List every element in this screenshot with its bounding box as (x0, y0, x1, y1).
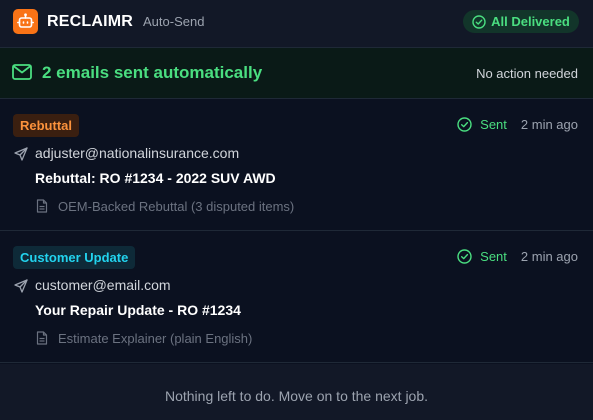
send-icon (14, 147, 28, 161)
recipient-address: adjuster@nationalinsurance.com (35, 145, 240, 161)
check-circle-icon (457, 117, 472, 132)
status-label: Sent (480, 117, 507, 132)
status-time: 2 min ago (520, 249, 578, 264)
email-tag: Rebuttal (13, 114, 79, 137)
email-subject: Rebuttal: RO #1234 - 2022 SUV AWD (35, 170, 276, 186)
check-circle-icon (457, 249, 472, 264)
email-status: Sent 2 min ago (457, 117, 578, 132)
status-time: 2 min ago (520, 117, 578, 132)
send-icon (14, 279, 28, 293)
document-icon (36, 199, 48, 213)
check-circle-icon (472, 14, 486, 29)
app-header: RECLAIMR Auto-Send All Delivered (0, 0, 593, 48)
email-item[interactable]: Rebuttal Sent 2 min ago adjuster@nationa… (0, 99, 593, 231)
document-icon (36, 331, 48, 345)
summary-note: No action needed (476, 66, 578, 81)
summary-title: 2 emails sent automatically (42, 63, 263, 82)
attachment-label[interactable]: Estimate Explainer (plain English) (58, 331, 252, 346)
email-status: Sent 2 min ago (457, 249, 578, 264)
recipient-address: customer@email.com (35, 277, 171, 293)
robot-icon (13, 9, 38, 34)
mail-icon (12, 64, 32, 80)
summary-banner: 2 emails sent automatically No action ne… (0, 48, 593, 99)
footer-message: Nothing left to do. Move on to the next … (0, 364, 593, 420)
status-badge-label: All Delivered (491, 14, 570, 29)
email-tag: Customer Update (13, 246, 136, 269)
status-badge: All Delivered (463, 10, 579, 33)
mode-label: Auto-Send (143, 14, 205, 29)
email-item[interactable]: Customer Update Sent 2 min ago customer@… (0, 231, 593, 363)
email-subject: Your Repair Update - RO #1234 (35, 302, 241, 318)
attachment-label[interactable]: OEM-Backed Rebuttal (3 disputed items) (58, 199, 294, 214)
status-label: Sent (480, 249, 507, 264)
app-title: RECLAIMR (47, 13, 134, 30)
